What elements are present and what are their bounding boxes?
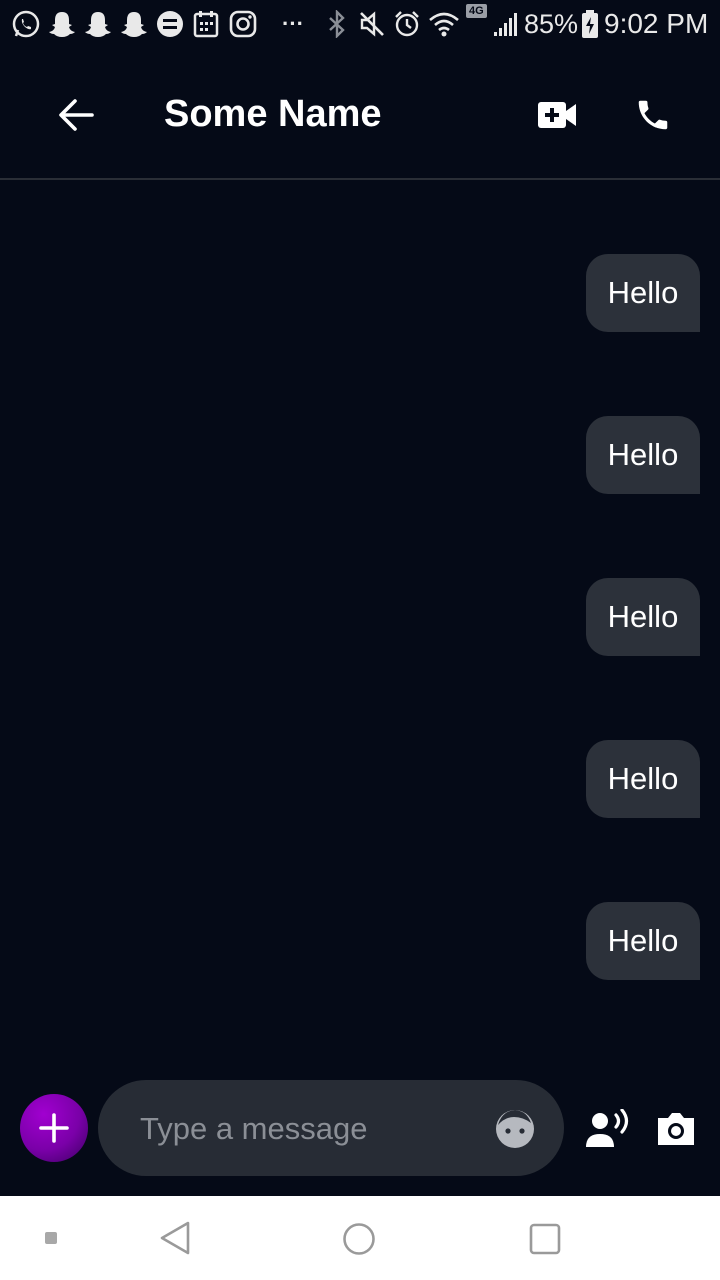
message-bubble-outgoing[interactable]: Hello — [586, 902, 700, 980]
status-bar: ··· 4G 85% 9:02 PM — [0, 0, 720, 48]
bluetooth-icon — [326, 8, 348, 40]
contact-name: Some Name — [164, 93, 382, 135]
mute-icon — [358, 8, 386, 40]
more-dots-icon: ··· — [282, 11, 304, 36]
arrow-left-icon — [59, 99, 94, 131]
messenger-app-icon — [154, 8, 186, 40]
clock: 9:02 PM — [604, 8, 709, 39]
voice-message-button[interactable] — [582, 1106, 634, 1152]
whatsapp-icon — [10, 8, 42, 40]
nav-recent-apps-icon[interactable] — [528, 1222, 562, 1256]
message-input-container — [98, 1080, 564, 1176]
voice-call-button[interactable] — [626, 88, 680, 142]
add-attachment-button[interactable] — [20, 1094, 88, 1162]
message-bubble-outgoing[interactable]: Hello — [586, 254, 700, 332]
plus-icon — [39, 1113, 69, 1143]
message-list: Hello Hello Hello Hello Hello — [0, 180, 720, 1070]
message-composer — [0, 1072, 720, 1192]
camera-icon — [658, 1113, 694, 1145]
video-call-button[interactable] — [530, 90, 584, 140]
snapchat-icon — [118, 8, 150, 40]
nav-back-icon[interactable] — [156, 1220, 196, 1256]
phone-icon — [638, 100, 668, 130]
signal-icon — [492, 8, 520, 40]
back-button[interactable] — [50, 90, 102, 140]
battery-percentage: 85% — [524, 9, 579, 39]
alarm-icon — [392, 8, 422, 40]
snapchat-icon — [82, 8, 114, 40]
nav-indicator-icon — [45, 1232, 57, 1244]
message-input[interactable] — [138, 1104, 482, 1154]
wifi-icon — [428, 8, 460, 40]
system-navigation-bar — [0, 1196, 720, 1280]
camera-button[interactable] — [652, 1106, 700, 1152]
emoji-button[interactable] — [494, 1108, 536, 1150]
face-emoji-icon — [496, 1110, 534, 1148]
calendar-icon — [192, 8, 220, 40]
message-bubble-outgoing[interactable]: Hello — [586, 578, 700, 656]
instagram-icon — [228, 8, 258, 40]
video-camera-plus-icon — [538, 102, 576, 128]
battery-charging-icon — [580, 8, 600, 40]
chat-header: Some Name — [0, 48, 720, 180]
4g-icon: 4G — [466, 4, 487, 18]
speaking-person-icon — [586, 1109, 629, 1147]
snapchat-icon — [46, 8, 78, 40]
message-bubble-outgoing[interactable]: Hello — [586, 416, 700, 494]
message-bubble-outgoing[interactable]: Hello — [586, 740, 700, 818]
nav-home-icon[interactable] — [342, 1222, 376, 1256]
